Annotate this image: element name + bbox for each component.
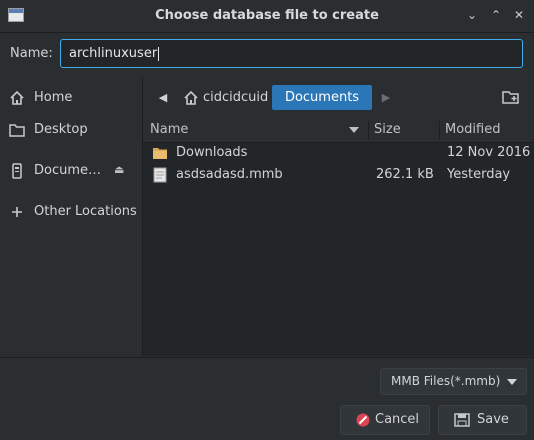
name-label: Name: (10, 46, 53, 61)
name-row: Name: archlinuxuser (0, 33, 534, 77)
file-list-header: Name Size Modified (143, 118, 534, 143)
save-button-label: Save (477, 412, 509, 427)
sidebar-item-label: Home (34, 90, 73, 105)
file-chooser-dialog: Choose database file to create ⌄ ⌃ ✕ Nam… (0, 0, 534, 440)
file-name: asdsadasd.mmb (176, 167, 283, 182)
folder-icon (153, 148, 167, 159)
sidebar-item-other-locations[interactable]: Other Locations (0, 198, 142, 226)
places-sidebar: Home Desktop Docume… ⏏ Other Locations (0, 78, 143, 356)
file-list: Name Size Modified Downloads 12 Nov 2016… (143, 118, 534, 356)
plus-icon (12, 207, 22, 217)
sidebar-item-desktop[interactable]: Desktop (0, 116, 142, 144)
file-type-filter[interactable]: MMB Files(*.mmb) (380, 368, 527, 395)
breadcrumb-home[interactable]: cidcidcuid (175, 85, 271, 110)
drive-icon (12, 163, 22, 179)
column-divider (368, 121, 369, 139)
home-icon (10, 90, 24, 105)
column-divider (439, 121, 440, 139)
column-size-header[interactable]: Size (374, 122, 401, 137)
cancel-button[interactable]: Cancel (340, 405, 430, 435)
sidebar-item-documents[interactable]: Docume… ⏏ (0, 157, 142, 185)
table-row[interactable]: asdsadasd.mmb 262.1 kB Yesterday (143, 164, 534, 186)
breadcrumb-home-label: cidcidcuid (203, 90, 269, 105)
file-modified: 12 Nov 2016 (447, 145, 531, 160)
breadcrumb-current[interactable]: Documents (272, 85, 372, 110)
path-back-icon[interactable]: ◀ (155, 85, 171, 110)
dialog-footer: MMB Files(*.mmb) Cancel Save (0, 357, 534, 440)
save-button[interactable]: Save (438, 405, 527, 435)
folder-icon (9, 124, 25, 137)
maximize-icon[interactable]: ⌃ (488, 7, 504, 23)
sort-descending-icon[interactable] (349, 127, 359, 133)
file-size: 262.1 kB (376, 167, 434, 182)
chevron-down-icon (507, 379, 517, 385)
path-toolbar: ◀ cidcidcuid Documents ▶ (143, 78, 534, 118)
new-folder-icon[interactable] (501, 87, 521, 107)
minimize-icon[interactable]: ⌄ (464, 7, 480, 23)
text-cursor (158, 46, 160, 61)
window-title: Choose database file to create (155, 8, 379, 23)
close-icon[interactable]: ✕ (511, 7, 527, 23)
table-row[interactable]: Downloads 12 Nov 2016 (143, 142, 534, 164)
sidebar-item-label: Docume… (34, 163, 102, 178)
column-name-header[interactable]: Name (150, 122, 188, 137)
file-modified: Yesterday (447, 167, 511, 182)
save-icon (454, 413, 470, 427)
name-input[interactable]: archlinuxuser (60, 39, 523, 68)
cancel-button-label: Cancel (375, 412, 420, 427)
file-type-filter-value: MMB Files(*.mmb) (391, 374, 501, 388)
eject-icon[interactable]: ⏏ (114, 163, 124, 176)
home-icon (184, 90, 198, 105)
title-bar: Choose database file to create ⌄ ⌃ ✕ (0, 0, 534, 33)
sidebar-item-home[interactable]: Home (0, 84, 142, 112)
file-icon (153, 167, 167, 183)
file-name: Downloads (176, 145, 248, 160)
sidebar-item-label: Other Locations (34, 204, 137, 219)
name-input-value: archlinuxuser (69, 46, 158, 61)
path-forward-icon[interactable]: ▶ (378, 85, 394, 110)
sidebar-item-label: Desktop (34, 122, 88, 137)
column-modified-header[interactable]: Modified (445, 122, 500, 137)
cancel-icon (356, 413, 370, 427)
